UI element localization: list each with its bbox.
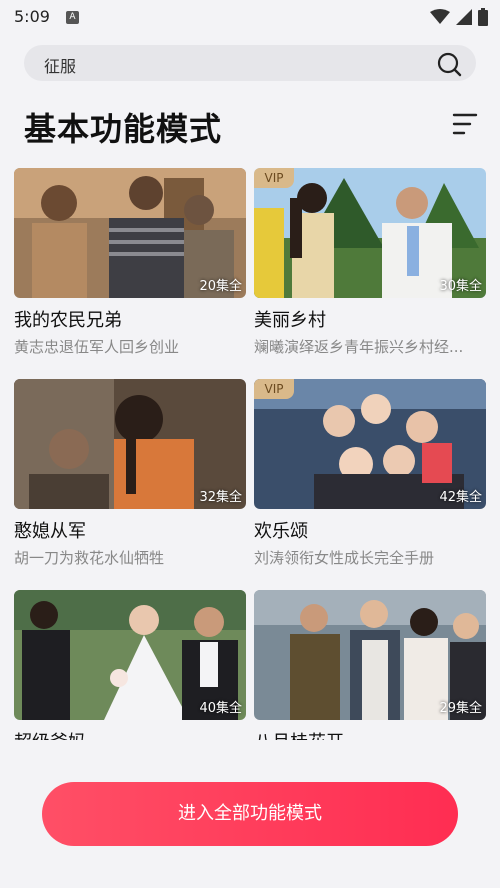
status-bar: 5:09 A xyxy=(0,0,500,34)
search-icon[interactable] xyxy=(436,51,462,77)
drama-title[interactable]: 八月桂花开 xyxy=(254,728,486,740)
drama-thumbnail[interactable]: 20集全 xyxy=(14,168,246,298)
status-icons xyxy=(430,8,488,26)
page-title: 基本功能模式 xyxy=(24,110,223,148)
drama-title[interactable]: 欢乐颂 xyxy=(254,517,486,543)
episode-count: 20集全 xyxy=(199,279,242,294)
search-input[interactable]: 征服 xyxy=(44,53,76,77)
drama-card[interactable]: 20集全 我的农民兄弟 黄志忠退伍军人回乡创业 xyxy=(14,168,246,357)
episode-count: 32集全 xyxy=(199,490,242,505)
drama-title[interactable]: 美丽乡村 xyxy=(254,306,486,332)
drama-thumbnail[interactable]: 29集全 xyxy=(254,590,486,720)
status-time: 5:09 xyxy=(14,7,50,26)
drama-subtitle: 刘涛领衔女性成长完全手册 xyxy=(254,549,435,567)
drama-grid[interactable]: 20集全 我的农民兄弟 黄志忠退伍军人回乡创业 VIP 30集全 美丽乡村 斓曦… xyxy=(0,168,500,740)
drama-subtitle: 胡一刀为救花水仙牺牲 xyxy=(14,549,165,567)
drama-thumbnail[interactable]: 40集全 xyxy=(14,590,246,720)
drama-title[interactable]: 憨媳从军 xyxy=(14,517,246,543)
drama-subtitle: 黄志忠退伍军人回乡创业 xyxy=(14,338,180,356)
drama-thumbnail[interactable]: 32集全 xyxy=(14,379,246,509)
search-bar[interactable]: 征服 xyxy=(24,45,476,81)
notification-a-icon: A xyxy=(66,11,79,24)
vip-badge: VIP xyxy=(254,379,294,399)
wifi-icon xyxy=(430,9,450,24)
episode-count: 30集全 xyxy=(439,279,482,294)
episode-count: 29集全 xyxy=(439,701,482,716)
episode-count: 40集全 xyxy=(199,701,242,716)
drama-card[interactable]: 29集全 八月桂花开 xyxy=(254,590,486,740)
drama-thumbnail[interactable]: VIP 42集全 xyxy=(254,379,486,509)
drama-card[interactable]: VIP 42集全 欢乐颂 刘涛领衔女性成长完全手册 xyxy=(254,379,486,568)
drama-subtitle: 斓曦演绎返乡青年振兴乡村经... xyxy=(254,338,464,356)
enter-full-mode-button[interactable]: 进入全部功能模式 xyxy=(42,782,458,846)
battery-icon xyxy=(478,8,488,26)
drama-thumbnail[interactable]: VIP 30集全 xyxy=(254,168,486,298)
drama-card[interactable]: VIP 30集全 美丽乡村 斓曦演绎返乡青年振兴乡村经... xyxy=(254,168,486,357)
sort-menu-icon[interactable] xyxy=(452,112,478,136)
drama-card[interactable]: 32集全 憨媳从军 胡一刀为救花水仙牺牲 xyxy=(14,379,246,568)
drama-title[interactable]: 超级爸妈 xyxy=(14,728,246,740)
cell-signal-icon xyxy=(456,9,472,25)
drama-title[interactable]: 我的农民兄弟 xyxy=(14,306,246,332)
vip-badge: VIP xyxy=(254,168,294,188)
episode-count: 42集全 xyxy=(439,490,482,505)
drama-card[interactable]: 40集全 超级爸妈 xyxy=(14,590,246,740)
